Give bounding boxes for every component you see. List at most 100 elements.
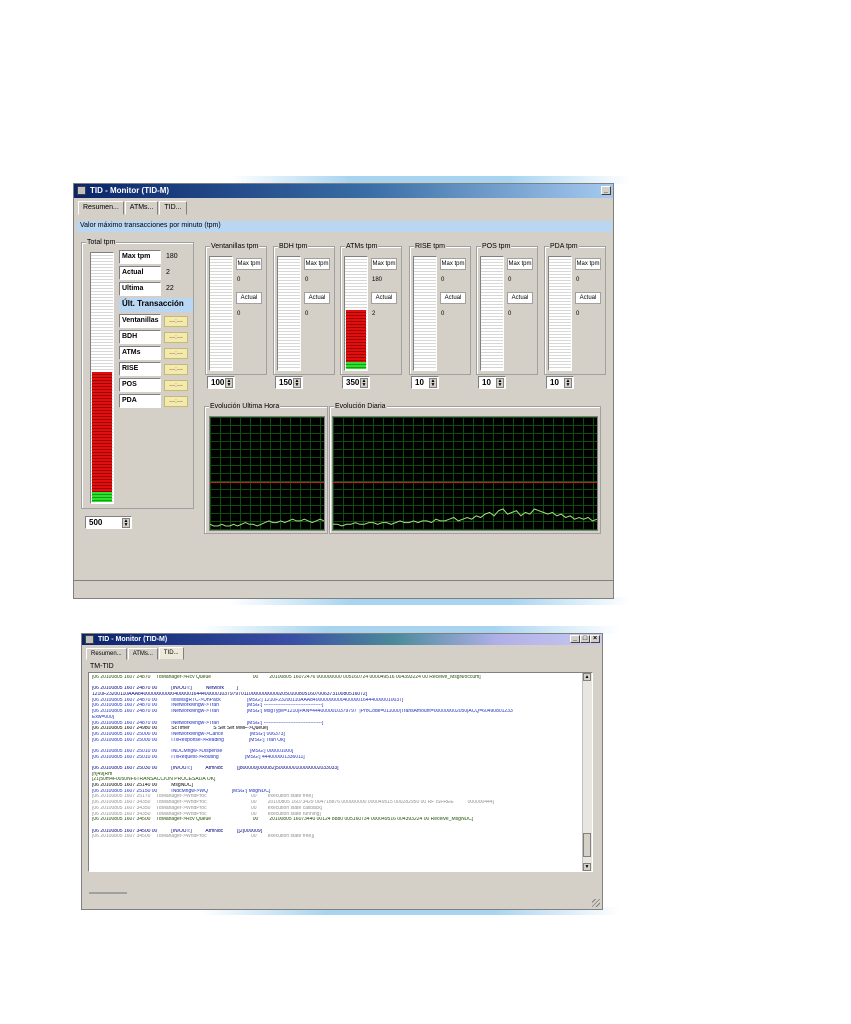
close-button-2[interactable]: × [590, 635, 600, 643]
spin-arrows-icon[interactable]: ▲ ▼ [225, 378, 233, 388]
scroll-thumb[interactable] [583, 833, 591, 857]
meter-actual-label: Actual [304, 292, 330, 304]
hour-chart-plot [210, 482, 324, 527]
total-tpm-label: Total tpm [86, 238, 117, 247]
meter-actual-label: Actual [507, 292, 533, 304]
meter-bar [209, 256, 233, 371]
monitor-window-log: TID - Monitor (TID-M) _ □ × Resumen... AT… [81, 633, 603, 910]
meter-actual-value: 0 [305, 311, 309, 317]
meter-max-label: Max tpm [304, 258, 330, 270]
meter-spinner-value: 10 [550, 378, 559, 387]
log-scrollbar[interactable]: ▲ ▼ [582, 673, 592, 871]
meter-title: BDH tpm [278, 242, 309, 251]
tab-resumen-2[interactable]: Resumen... [86, 648, 127, 660]
minimize-button-2[interactable]: _ [570, 635, 580, 643]
meter-actual-value: 0 [508, 311, 512, 317]
meter-spinner-value: 150 [279, 378, 293, 387]
channel-ventanillas-label: Ventanillas [119, 314, 161, 328]
last-transaction-header: Últ. Transacción [119, 298, 193, 312]
tab-resumen[interactable]: Resumen... [78, 201, 124, 215]
meter-max-value: 180 [372, 277, 383, 283]
meter-bar [413, 256, 437, 371]
title-bar[interactable]: TID - Monitor (TID-M) _ [74, 184, 613, 198]
tab-bar-2: Resumen... ATMs... TID... [86, 647, 185, 660]
meter-spinner-2[interactable]: 350 ▲ ▼ [342, 376, 370, 389]
tab-bar: Resumen... ATMs... TID... [78, 201, 188, 215]
day-chart-label: Evolución Diaria [334, 402, 387, 411]
spin-arrows-icon[interactable]: ▲ ▼ [293, 378, 301, 388]
status-indicator [89, 892, 127, 894]
meter-actual-label: Actual [575, 292, 601, 304]
maximize-button-2[interactable]: □ [580, 635, 590, 643]
meter-max-label: Max tpm [236, 258, 262, 270]
channel-pda-time: ---:--- [164, 396, 188, 407]
section-title: TM-TID [90, 663, 114, 670]
meter-max-label: Max tpm [507, 258, 533, 270]
actual-value: 2 [166, 269, 170, 276]
app-icon [77, 186, 86, 195]
meter-spinner-5[interactable]: 10 ▲ ▼ [546, 376, 574, 389]
scroll-down-icon[interactable]: ▼ [583, 863, 591, 871]
channel-rise-label: RISE [119, 362, 161, 376]
meter-actual-label: Actual [371, 292, 397, 304]
meter-title: RISE tpm [414, 242, 446, 251]
spin-arrows-icon[interactable]: ▲ ▼ [429, 378, 437, 388]
total-fill-green [92, 492, 112, 502]
meter-spinner-value: 10 [415, 378, 424, 387]
log-lines: [06 20100805 1607 24870 TdManager->Rcv Q… [89, 675, 582, 840]
tab-tid[interactable]: TID... [159, 201, 187, 215]
meter-title: PDA tpm [549, 242, 579, 251]
title-bar-2[interactable]: TID - Monitor (TID-M) _ □ × [82, 634, 602, 645]
meter-group-4: POS tpm Max tpm 0 Actual 0 [476, 242, 538, 375]
meter-spinner-value: 350 [346, 378, 360, 387]
spin-arrows-icon[interactable]: ▲ ▼ [496, 378, 504, 388]
meter-max-value: 0 [508, 277, 512, 283]
hour-chart [209, 416, 325, 531]
meter-max-value: 0 [305, 277, 309, 283]
minimize-button[interactable]: _ [601, 186, 611, 195]
total-tpm-group: Total tpm Max tpm 180 Actual 2 Ultima 22… [81, 238, 194, 509]
channel-atms-label: ATMs [119, 346, 161, 360]
meter-spinner-1[interactable]: 150 ▲ ▼ [275, 376, 303, 389]
meter-max-label: Max tpm [575, 258, 601, 270]
meter-max-value: 0 [576, 277, 580, 283]
channel-pos-label: POS [119, 378, 161, 392]
spin-arrows-icon[interactable]: ▲ ▼ [564, 378, 572, 388]
channel-pos-time: ---:--- [164, 380, 188, 391]
meter-spinner-value: 10 [482, 378, 491, 387]
tab-atms-2[interactable]: ATMs... [127, 648, 158, 660]
total-max-value: 500 [89, 518, 103, 527]
channel-bdh-time: ---:--- [164, 332, 188, 343]
spin-arrows-icon[interactable]: ▲ ▼ [122, 518, 130, 528]
meter-group-5: PDA tpm Max tpm 0 Actual 0 [544, 242, 606, 375]
meter-fill-red [346, 310, 366, 362]
meter-spinner-0[interactable]: 100 ▲ ▼ [207, 376, 235, 389]
meter-actual-value: 0 [441, 311, 445, 317]
hour-chart-label: Evolución Ultima Hora [209, 402, 281, 411]
channel-ventanillas-time: ---:--- [164, 316, 188, 327]
meter-spinner-3[interactable]: 10 ▲ ▼ [411, 376, 439, 389]
total-max-spinner[interactable]: 500 ▲ ▼ [85, 516, 132, 529]
meter-max-value: 0 [237, 277, 241, 283]
window-title-2: TID - Monitor (TID-M) [98, 636, 168, 643]
meter-spinner-value: 100 [211, 378, 225, 387]
series-line [210, 518, 324, 527]
meter-max-label: Max tpm [371, 258, 397, 270]
meter-spinner-4[interactable]: 10 ▲ ▼ [478, 376, 506, 389]
meter-group-2: ATMs tpm Max tpm 180 Actual 2 [340, 242, 402, 375]
scroll-up-icon[interactable]: ▲ [583, 673, 591, 681]
tab-tid-2[interactable]: TID... [158, 647, 184, 660]
series-line [333, 508, 597, 527]
channel-bdh-label: BDH [119, 330, 161, 344]
log-panel[interactable]: [06 20100805 1607 24870 TdManager->Rcv Q… [88, 672, 593, 872]
day-chart-plot [333, 482, 597, 527]
total-tpm-meter [90, 252, 114, 504]
meter-group-1: BDH tpm Max tpm 0 Actual 0 [273, 242, 335, 375]
channel-rise-time: ---:--- [164, 364, 188, 375]
meter-title: Ventanillas tpm [210, 242, 260, 251]
meter-bar [480, 256, 504, 371]
meter-title: POS tpm [481, 242, 512, 251]
spin-arrows-icon[interactable]: ▲ ▼ [360, 378, 368, 388]
resize-grip-icon[interactable] [592, 899, 600, 907]
tab-atms[interactable]: ATMs... [124, 201, 159, 215]
